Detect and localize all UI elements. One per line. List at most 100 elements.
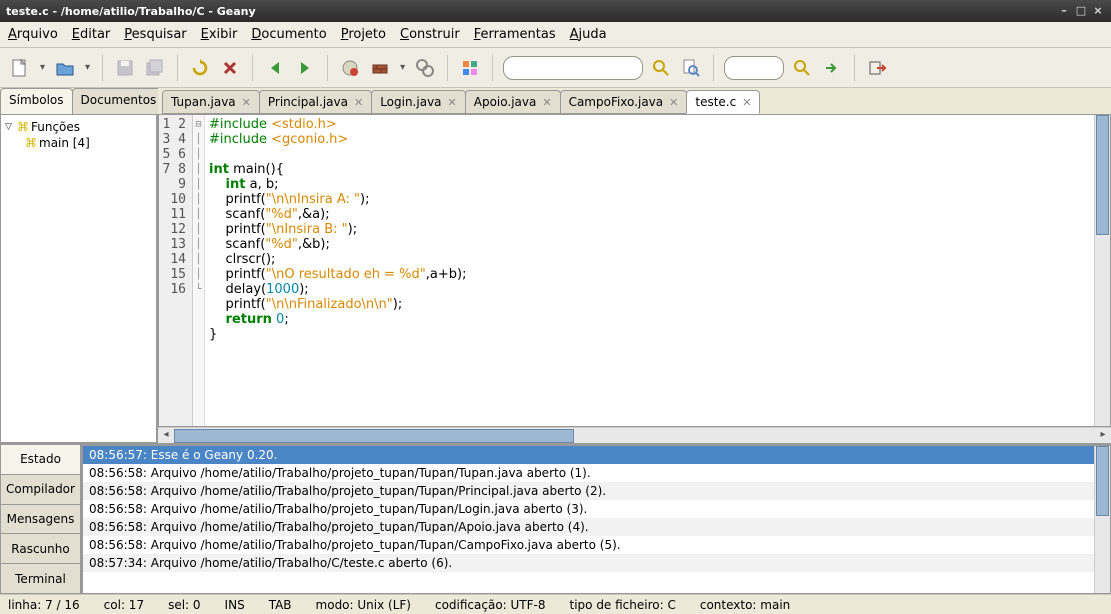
file-tab[interactable]: Login.java ✕ (371, 90, 466, 114)
nav-back-icon[interactable] (263, 56, 287, 80)
window-minimize-icon[interactable]: – (1057, 4, 1071, 18)
menu-ajuda[interactable]: Ajuda (570, 27, 607, 42)
bottom-tab-compilador[interactable]: Compilador (0, 474, 81, 505)
message-row[interactable]: 08:57:34: Arquivo /home/atilio/Trabalho/… (83, 554, 1110, 572)
line-gutter: 1 2 3 4 5 6 7 8 9 10 11 12 13 14 15 16 (159, 115, 193, 426)
scrollbar-thumb[interactable] (1096, 115, 1109, 235)
tree-item-label: main [4] (39, 136, 90, 150)
file-tab-label: Login.java (380, 95, 441, 109)
goto-search-icon[interactable] (790, 56, 814, 80)
new-file-icon[interactable] (8, 56, 32, 80)
file-tab-label: Apoio.java (474, 95, 537, 109)
code-editor[interactable]: 1 2 3 4 5 6 7 8 9 10 11 12 13 14 15 16 ⊟… (158, 114, 1111, 427)
messages-scrollbar-thumb[interactable] (1096, 446, 1109, 516)
menu-exibir[interactable]: Exibir (201, 27, 238, 42)
symbols-tree[interactable]: ▽ ⌘ Funções ⌘ main [4] (0, 114, 157, 443)
fold-gutter[interactable]: ⊟ │ │ │ │ │ │ │ │ │ │ └ (193, 115, 205, 426)
close-tab-icon[interactable]: ✕ (742, 96, 751, 109)
menu-projeto[interactable]: Projeto (341, 27, 386, 42)
scroll-right-icon[interactable]: ▸ (1095, 429, 1111, 443)
bottom-tab-rascunho[interactable]: Rascunho (0, 533, 81, 564)
file-tab-label: Tupan.java (171, 95, 236, 109)
nav-forward-icon[interactable] (293, 56, 317, 80)
compile-icon[interactable] (338, 56, 362, 80)
menu-documento[interactable]: Documento (251, 27, 326, 42)
bottom-tab-terminal[interactable]: Terminal (0, 563, 81, 594)
tree-group-label: Funções (31, 120, 80, 134)
status-ins: INS (225, 598, 245, 612)
find-in-files-icon[interactable] (679, 56, 703, 80)
bottom-panel: EstadoCompiladorMensagensRascunhoTermina… (0, 444, 1111, 594)
build-icon[interactable] (368, 56, 392, 80)
file-tabs: Tupan.java✕Principal.java✕Login.java✕Apo… (158, 88, 1111, 114)
file-tab[interactable]: teste.c ✕ (686, 90, 760, 114)
menu-editar[interactable]: Editar (72, 27, 111, 42)
horizontal-scrollbar[interactable]: ◂ ▸ (158, 427, 1111, 443)
message-row[interactable]: 08:56:58: Arquivo /home/atilio/Trabalho/… (83, 482, 1110, 500)
save-icon[interactable] (113, 56, 137, 80)
tree-item-main[interactable]: ⌘ main [4] (5, 135, 152, 151)
search-icon[interactable] (649, 56, 673, 80)
bottom-tab-mensagens[interactable]: Mensagens (0, 504, 81, 535)
close-file-icon[interactable] (218, 56, 242, 80)
sidebar-tab-documents[interactable]: Documentos (72, 88, 166, 114)
close-tab-icon[interactable]: ✕ (542, 96, 551, 109)
sidebar: Símbolos Documentos ▽ ⌘ Funções ⌘ main [… (0, 88, 158, 443)
color-picker-icon[interactable] (458, 56, 482, 80)
statusbar: linha: 7 / 16 col: 17 sel: 0 INS TAB mod… (0, 594, 1111, 614)
file-tab-label: Principal.java (268, 95, 348, 109)
close-tab-icon[interactable]: ✕ (448, 96, 457, 109)
file-tab[interactable]: Principal.java ✕ (259, 90, 372, 114)
status-tab: TAB (269, 598, 292, 612)
menu-construir[interactable]: Construir (400, 27, 460, 42)
status-encoding: codificação: UTF-8 (435, 598, 546, 612)
code-area[interactable]: #include <stdio.h>#include <gconio.h> in… (205, 115, 1094, 426)
tree-collapse-icon[interactable]: ▽ (5, 122, 15, 132)
function-icon: ⌘ (25, 136, 37, 150)
window-close-icon[interactable]: × (1091, 4, 1105, 18)
goto-line-icon[interactable] (820, 56, 844, 80)
goto-line-input[interactable] (724, 56, 784, 80)
window-titlebar: teste.c - /home/atilio/Trabalho/C - Gean… (0, 0, 1111, 22)
open-file-dropdown-icon[interactable]: ▾ (83, 62, 92, 73)
message-row[interactable]: 08:56:58: Arquivo /home/atilio/Trabalho/… (83, 464, 1110, 482)
message-row[interactable]: 08:56:57: Esse é o Geany 0.20. (83, 446, 1110, 464)
close-tab-icon[interactable]: ✕ (242, 96, 251, 109)
messages-list[interactable]: 08:56:57: Esse é o Geany 0.20.08:56:58: … (82, 445, 1111, 594)
file-tab[interactable]: CampoFixo.java ✕ (560, 90, 688, 114)
file-tab-label: CampoFixo.java (569, 95, 664, 109)
search-input[interactable] (503, 56, 643, 80)
message-row[interactable]: 08:56:58: Arquivo /home/atilio/Trabalho/… (83, 536, 1110, 554)
message-row[interactable]: 08:56:58: Arquivo /home/atilio/Trabalho/… (83, 518, 1110, 536)
close-tab-icon[interactable]: ✕ (354, 96, 363, 109)
menu-arquivo[interactable]: Arquivo (8, 27, 58, 42)
status-mode: modo: Unix (LF) (316, 598, 411, 612)
message-row[interactable]: 08:56:58: Arquivo /home/atilio/Trabalho/… (83, 500, 1110, 518)
sidebar-tab-symbols[interactable]: Símbolos (0, 88, 73, 114)
bottom-tab-estado[interactable]: Estado (0, 444, 81, 475)
tree-group-functions[interactable]: ▽ ⌘ Funções (5, 119, 152, 135)
file-tab-label: teste.c (695, 95, 736, 109)
toolbar: ▾ ▾ ▾ (0, 48, 1111, 88)
messages-scrollbar[interactable] (1094, 446, 1110, 593)
save-all-icon[interactable] (143, 56, 167, 80)
reload-icon[interactable] (188, 56, 212, 80)
window-maximize-icon[interactable]: □ (1074, 4, 1088, 18)
run-icon[interactable] (413, 56, 437, 80)
build-dropdown-icon[interactable]: ▾ (398, 62, 407, 73)
vertical-scrollbar[interactable] (1094, 115, 1110, 426)
status-context: contexto: main (700, 598, 790, 612)
open-file-icon[interactable] (53, 56, 77, 80)
status-filetype: tipo de ficheiro: C (570, 598, 676, 612)
status-sel: sel: 0 (168, 598, 200, 612)
menubar: Arquivo Editar Pesquisar Exibir Documento Pro… (0, 22, 1111, 48)
scroll-left-icon[interactable]: ◂ (158, 429, 174, 443)
hscrollbar-thumb[interactable] (174, 429, 574, 443)
file-tab[interactable]: Tupan.java ✕ (162, 90, 260, 114)
menu-ferramentas[interactable]: Ferramentas (474, 27, 556, 42)
new-file-dropdown-icon[interactable]: ▾ (38, 62, 47, 73)
close-tab-icon[interactable]: ✕ (669, 96, 678, 109)
quit-icon[interactable] (865, 56, 889, 80)
menu-pesquisar[interactable]: Pesquisar (124, 27, 186, 42)
file-tab[interactable]: Apoio.java ✕ (465, 90, 561, 114)
